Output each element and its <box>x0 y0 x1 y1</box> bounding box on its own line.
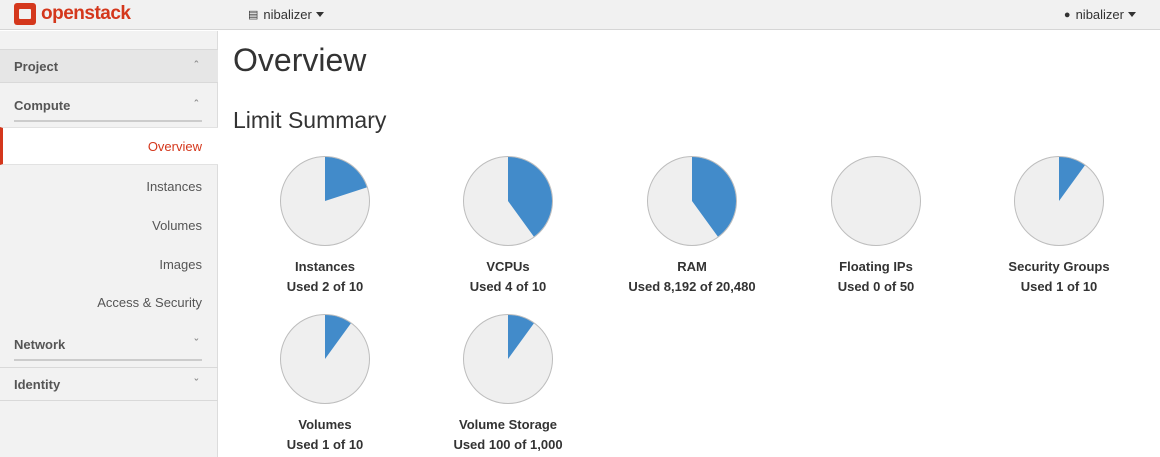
chevron-down-icon: ˇ <box>194 338 198 350</box>
pie-chart-security-groups: Security Groups Used 1 of 10 <box>974 155 1144 294</box>
pie-chart-ram: RAM Used 8,192 of 20,480 <box>607 155 777 294</box>
sidebar-section-label: Identity <box>14 376 61 392</box>
chevron-up-icon: ˆ <box>194 99 198 111</box>
chart-usage-label: Used 100 of 1,000 <box>453 437 563 452</box>
chart-title: VCPUs <box>486 259 530 274</box>
chart-usage-label: Used 1 of 10 <box>286 437 364 452</box>
pie-chart-graphic <box>463 156 553 246</box>
sidebar-item-instances[interactable]: Instances <box>0 168 218 206</box>
chart-title: Volume Storage <box>458 417 557 432</box>
chart-title: Instances <box>295 259 355 274</box>
pie-chart-floating-ips: Floating IPs Used 0 of 50 <box>791 155 961 294</box>
pie-chart-graphic <box>463 314 553 404</box>
pie-chart-graphic <box>280 314 370 404</box>
chart-title: Security Groups <box>1008 259 1110 274</box>
sidebar-section-label: Compute <box>14 97 71 113</box>
chevron-down-icon: ˇ <box>194 378 198 390</box>
user-icon: ● <box>1063 8 1071 21</box>
pie-chart-graphic <box>647 156 737 246</box>
pie-chart-volume-storage: Volume Storage Used 100 of 1,000 <box>423 313 593 452</box>
project-selector-label: nibalizer <box>263 7 312 22</box>
openstack-logo[interactable]: openstack <box>14 2 131 26</box>
chevron-up-icon: ˆ <box>194 60 198 72</box>
chevron-down-icon <box>1128 12 1136 17</box>
chart-title: RAM <box>677 259 707 274</box>
top-navbar: openstack ▤ nibalizer ● nibalizer <box>0 0 1160 30</box>
pie-slice-free <box>831 156 921 246</box>
sidebar-item-images[interactable]: Images <box>0 246 218 284</box>
pie-chart-instances: Instances Used 2 of 10 <box>240 155 410 294</box>
sidebar: Project ˆ Compute ˆ Overview Instances V… <box>0 31 218 457</box>
pie-chart-volumes: Volumes Used 1 of 10 <box>240 313 410 452</box>
chart-usage-label: Used 1 of 10 <box>1020 279 1098 294</box>
user-menu-dropdown[interactable]: ● nibalizer <box>1064 7 1136 22</box>
pie-chart-vcpus: VCPUs Used 4 of 10 <box>423 155 593 294</box>
brand-name: openstack <box>41 3 131 24</box>
chart-title: Floating IPs <box>839 259 913 274</box>
chart-usage-label: Used 4 of 10 <box>469 279 547 294</box>
chevron-down-icon <box>315 12 324 17</box>
sidebar-section-network[interactable]: Network ˇ <box>0 327 218 361</box>
sidebar-section-label: Project <box>14 58 59 74</box>
project-list-icon: ▤ <box>248 9 259 21</box>
pie-chart-graphic <box>1014 156 1104 246</box>
chart-usage-label: Used 0 of 50 <box>837 279 915 294</box>
chart-usage-label: Used 8,192 of 20,480 <box>628 279 756 294</box>
user-menu-label: nibalizer <box>1075 7 1124 22</box>
sidebar-section-compute[interactable]: Compute ˆ <box>0 88 218 122</box>
chart-title: Volumes <box>298 417 352 432</box>
page-title: Overview <box>233 42 367 78</box>
sidebar-section-label: Network <box>14 336 66 352</box>
sidebar-item-volumes[interactable]: Volumes <box>0 207 218 245</box>
sidebar-item-overview[interactable]: Overview <box>0 127 218 165</box>
limit-summary-heading: Limit Summary <box>233 107 387 133</box>
sidebar-section-project[interactable]: Project ˆ <box>0 49 218 83</box>
chart-usage-label: Used 2 of 10 <box>286 279 364 294</box>
pie-chart-graphic <box>831 156 921 246</box>
sidebar-section-identity[interactable]: Identity ˇ <box>0 367 218 401</box>
openstack-logo-icon <box>14 3 36 25</box>
pie-chart-graphic <box>280 156 370 246</box>
project-selector-dropdown[interactable]: ▤ nibalizer <box>248 7 324 22</box>
sidebar-item-access-security[interactable]: Access & Security <box>0 284 218 322</box>
